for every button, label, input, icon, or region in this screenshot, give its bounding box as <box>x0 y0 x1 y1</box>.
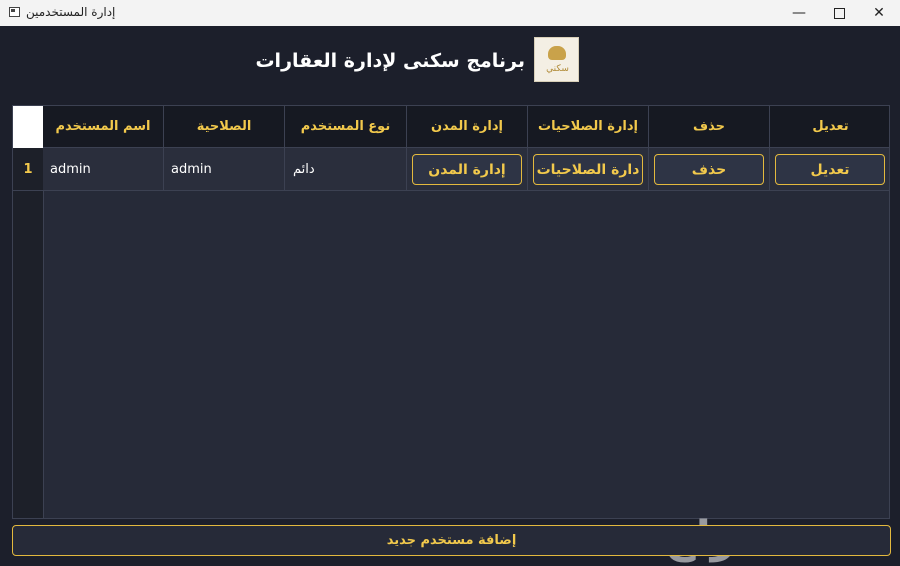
row-number[interactable]: 1 <box>13 148 43 191</box>
minimize-button[interactable]: — <box>777 0 821 26</box>
logo-text: سكني <box>546 64 569 74</box>
delete-button[interactable]: حذف <box>654 154 764 185</box>
cell-edit: تعديل <box>770 148 889 191</box>
close-button[interactable]: ✕ <box>857 0 900 26</box>
title-bar: إدارة المستخدمين — ✕ <box>0 0 900 26</box>
column-header-delete[interactable]: حذف <box>649 106 770 148</box>
app-header: سكني برنامج سكنى لإدارة العقارات <box>0 26 900 104</box>
window-app-icon <box>9 7 20 17</box>
column-header-role[interactable]: الصلاحية <box>164 106 285 148</box>
column-header-user-type[interactable]: نوع المستخدم <box>285 106 407 148</box>
close-icon: ✕ <box>873 5 885 21</box>
app-logo: سكني <box>534 37 579 82</box>
cell-delete: حذف <box>649 148 770 191</box>
table-corner <box>13 106 43 148</box>
users-table: اسم المستخدم الصلاحية نوع المستخدم إدارة… <box>12 105 890 519</box>
column-header-manage-permissions[interactable]: إدارة الصلاحيات <box>528 106 649 148</box>
row-header-column <box>13 148 44 518</box>
manage-permissions-button[interactable]: دارة الصلاحيات <box>533 154 643 185</box>
window-title: إدارة المستخدمين <box>26 5 116 19</box>
maximize-button[interactable] <box>817 0 861 26</box>
edit-button[interactable]: تعديل <box>775 154 885 185</box>
maximize-icon <box>833 7 845 19</box>
column-header-edit[interactable]: تعديل <box>770 106 889 148</box>
user-management-window: إدارة المستخدمين — ✕ سكني برنامج سكنى لإ… <box>0 0 900 566</box>
cell-user-type[interactable]: دائم <box>285 148 407 191</box>
cell-manage-cities: إدارة المدن <box>407 148 528 191</box>
cell-manage-permissions: دارة الصلاحيات <box>528 148 649 191</box>
add-user-button[interactable]: إضافة مستخدم جديد <box>12 525 891 556</box>
column-header-username[interactable]: اسم المستخدم <box>43 106 164 148</box>
page-title: برنامج سكنى لإدارة العقارات <box>255 50 525 72</box>
column-header-manage-cities[interactable]: إدارة المدن <box>407 106 528 148</box>
minimize-icon: — <box>792 5 806 21</box>
logo-mark-icon <box>548 46 566 60</box>
manage-cities-button[interactable]: إدارة المدن <box>412 154 522 185</box>
cell-username[interactable]: admin <box>43 148 164 191</box>
cell-role[interactable]: admin <box>164 148 285 191</box>
